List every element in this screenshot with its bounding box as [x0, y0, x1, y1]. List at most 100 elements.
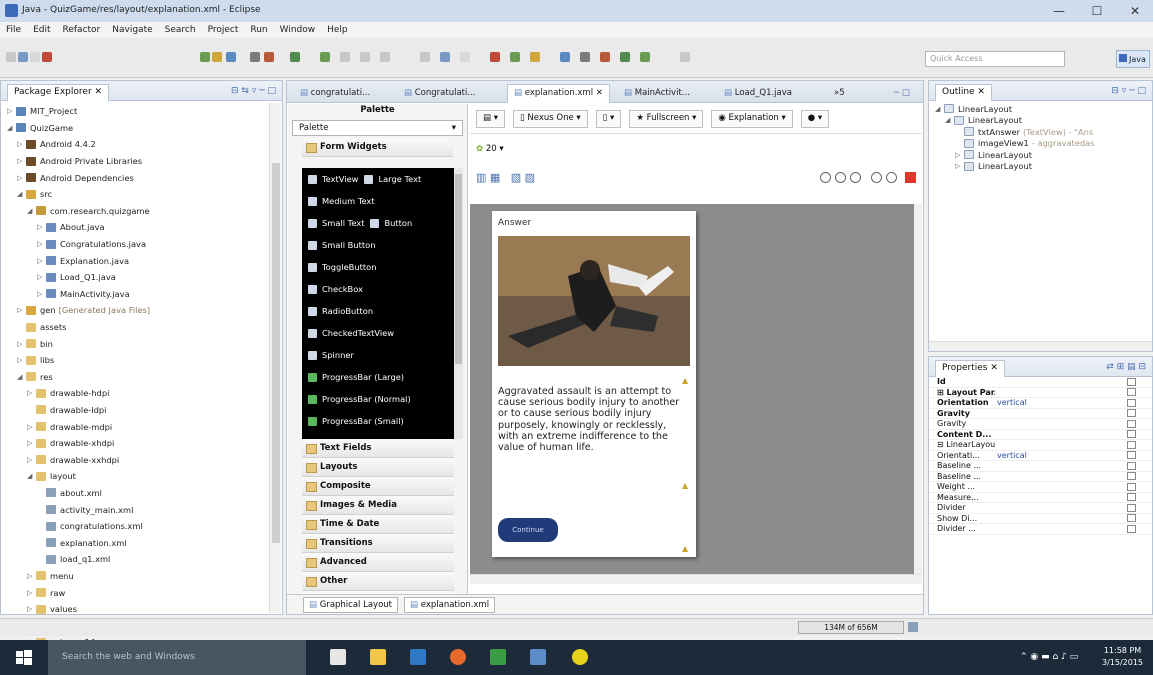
zoom-real-icon[interactable] — [886, 171, 897, 183]
palette-widget-large-text[interactable]: Large Text — [378, 174, 421, 184]
editor-tab-1[interactable]: ▤ Congratulati... — [397, 84, 482, 103]
zoom-controls[interactable] — [816, 171, 916, 183]
layout-config-dropdown[interactable]: ▤ ▾ — [476, 109, 505, 128]
tree-item-explanation-xml[interactable]: explanation.xml — [1, 534, 282, 551]
property-edit-button[interactable] — [1127, 409, 1136, 418]
property-row[interactable]: Divider ... — [929, 524, 1152, 535]
toolbar-icon[interactable] — [320, 52, 330, 62]
palette-widget-small-text[interactable]: Small Text — [322, 218, 364, 228]
palette-widget-spinner[interactable]: Spinner — [322, 350, 354, 360]
toolbar-icon[interactable] — [264, 52, 274, 62]
expand-arrow-icon[interactable]: ▷ — [955, 162, 964, 170]
property-row[interactable]: Baseline ... — [929, 461, 1152, 472]
tree-item-assets[interactable]: assets — [1, 319, 282, 336]
tree-item-android-4-4-2[interactable]: ▷ Android 4.4.2 — [1, 136, 282, 153]
toolbar-icon[interactable] — [680, 52, 690, 62]
property-row[interactable]: Show Di... — [929, 514, 1152, 524]
editor-tab-2[interactable]: ▤ explanation.xml ✕ — [507, 84, 610, 103]
start-button[interactable] — [0, 640, 48, 675]
layout-toggle-icons[interactable]: ▥ ▦ ▧ ▨ — [476, 171, 535, 184]
close-icon[interactable]: ✕ — [593, 88, 603, 98]
expand-arrow-icon[interactable]: ◢ — [27, 207, 36, 215]
palette-category-text-fields[interactable]: Text Fields — [302, 439, 454, 458]
tree-item-res[interactable]: ◢ res — [1, 369, 282, 386]
toolbar-icon[interactable] — [340, 52, 350, 62]
toolbar-icon[interactable] — [380, 52, 390, 62]
tray-icons[interactable]: ⌃ ◉ ▬ ⌂ ♪ ▭ — [1020, 652, 1078, 662]
tree-item-load-q1-xml[interactable]: load_q1.xml — [1, 551, 282, 568]
outline-item[interactable]: ▷ LinearLayout — [929, 161, 1152, 173]
tree-item-android-private-libraries[interactable]: ▷ Android Private Libraries — [1, 153, 282, 170]
expand-arrow-icon[interactable]: ◢ — [7, 124, 16, 132]
minimize-button[interactable]: — — [1044, 3, 1074, 19]
outline-item[interactable]: txtAnswer (TextView) - "Ans — [929, 126, 1152, 138]
canvas-vertical-scrollbar[interactable] — [914, 204, 922, 574]
palette-widget-progressbar-normal-[interactable]: ProgressBar (Normal) — [322, 394, 411, 404]
zoom-fit-icon[interactable] — [850, 171, 861, 183]
quick-access-input[interactable]: Quick Access — [925, 51, 1065, 67]
palette-category-other[interactable]: Other — [302, 572, 454, 591]
property-edit-button[interactable] — [1127, 472, 1136, 481]
expand-arrow-icon[interactable]: ▷ — [37, 223, 46, 231]
expand-arrow-icon[interactable]: ▷ — [27, 572, 36, 580]
gc-icon[interactable] — [908, 622, 918, 632]
tree-item-drawable-xxhdpi[interactable]: ▷ drawable-xxhdpi — [1, 451, 282, 468]
toolbar-icon[interactable] — [212, 52, 222, 62]
orientation-icon-dropdown[interactable]: ▯ ▾ — [595, 109, 622, 128]
theme-dropdown[interactable]: ◉ Explanation ▾ — [711, 109, 793, 128]
menu-item-navigate[interactable]: Navigate — [112, 25, 152, 35]
property-edit-button[interactable] — [1127, 451, 1136, 460]
api-level-dropdown[interactable]: ✿ 20 ▾ — [470, 134, 922, 164]
java-perspective-button[interactable]: Java — [1116, 50, 1150, 68]
property-row[interactable]: ⊟ LinearLayout — [929, 440, 1152, 451]
tree-item-congratulations-java[interactable]: ▷ Congratulations.java — [1, 236, 282, 253]
tree-item-com-research-quizgame[interactable]: ◢ com.research.quizgame — [1, 203, 282, 220]
tree-item-drawable-mdpi[interactable]: ▷ drawable-mdpi — [1, 418, 282, 435]
property-row[interactable]: Measure... — [929, 493, 1152, 503]
store-icon[interactable] — [410, 649, 426, 665]
property-row[interactable]: Gravity — [929, 419, 1152, 430]
property-edit-button[interactable] — [1127, 419, 1136, 428]
toolbar-icon[interactable] — [560, 52, 570, 62]
palette-widget-togglebutton[interactable]: ToggleButton — [322, 262, 376, 272]
property-row[interactable]: Content D... — [929, 430, 1152, 440]
toolbar-icon[interactable] — [42, 52, 52, 62]
tab-properties[interactable]: Properties ✕ — [935, 359, 1005, 377]
tree-item-explanation-java[interactable]: ▷ Explanation.java — [1, 252, 282, 269]
tree-item-values[interactable]: ▷ values — [1, 601, 282, 618]
expand-arrow-icon[interactable]: ◢ — [27, 472, 36, 480]
tree-item-android-dependencies[interactable]: ▷ Android Dependencies — [1, 169, 282, 186]
menu-item-refactor[interactable]: Refactor — [63, 25, 101, 35]
tree-item-bin[interactable]: ▷ bin — [1, 335, 282, 352]
outline-item[interactable]: imageView1- aggravatedas — [929, 138, 1152, 150]
expand-arrow-icon[interactable]: ▷ — [17, 140, 26, 148]
tree-item-mit-project[interactable]: ▷ MIT_Project — [1, 103, 282, 120]
expand-arrow-icon[interactable]: ◢ — [945, 116, 954, 124]
package-scrollbar[interactable] — [269, 103, 281, 613]
palette-widget-button[interactable]: Button — [384, 218, 412, 228]
app-icon[interactable] — [490, 649, 506, 665]
bottom-tab-0[interactable]: ▤ Graphical Layout — [303, 596, 399, 613]
canvas-horizontal-scrollbar[interactable] — [470, 574, 922, 584]
toolbar-icon[interactable] — [510, 52, 520, 62]
device-dropdown[interactable]: ▯ Nexus One ▾ — [513, 109, 588, 128]
zoom-in-icon[interactable] — [820, 171, 831, 183]
expand-arrow-icon[interactable]: ◢ — [935, 105, 944, 113]
tree-item-src[interactable]: ◢ src — [1, 186, 282, 203]
zoom-out-icon[interactable] — [835, 171, 846, 183]
menu-item-project[interactable]: Project — [208, 25, 239, 35]
toolbar-icon[interactable] — [460, 52, 470, 62]
tree-item-layout[interactable]: ◢ layout — [1, 468, 282, 485]
heap-status[interactable]: 134M of 656M — [798, 621, 904, 634]
tab-overflow[interactable]: »5 — [827, 84, 852, 103]
property-edit-button[interactable] — [1127, 440, 1136, 449]
expand-arrow-icon[interactable]: ▷ — [17, 340, 26, 348]
property-edit-button[interactable] — [1127, 482, 1136, 491]
toolbar-icon[interactable] — [18, 52, 28, 62]
property-row[interactable]: Id — [929, 377, 1152, 388]
property-row[interactable]: Baseline ... — [929, 472, 1152, 482]
android-sdk-icon[interactable] — [572, 649, 588, 665]
tree-item-raw[interactable]: ▷ raw — [1, 584, 282, 601]
continue-button[interactable]: Continue — [498, 518, 558, 542]
property-row[interactable]: Weight ... — [929, 482, 1152, 493]
